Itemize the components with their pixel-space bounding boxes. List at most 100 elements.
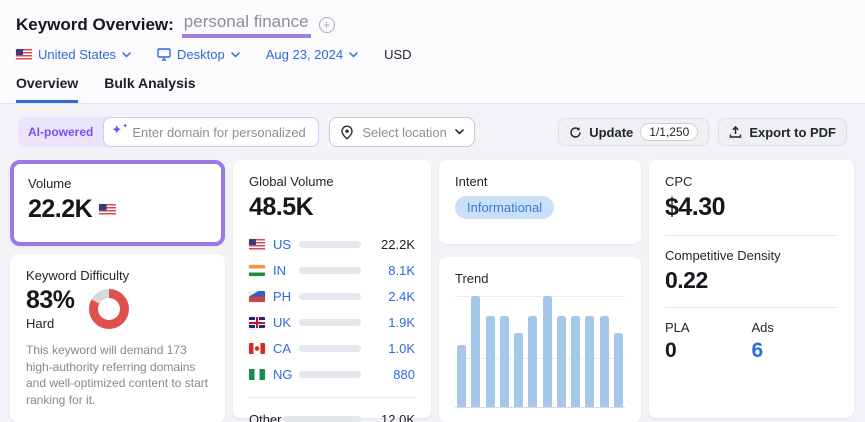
- trend-card: Trend: [439, 257, 641, 422]
- intent-badge[interactable]: Informational: [455, 196, 554, 219]
- cpc-value: $4.30: [665, 193, 838, 222]
- difficulty-label: Keyword Difficulty: [26, 268, 209, 283]
- domain-input[interactable]: [103, 117, 319, 147]
- other-label: Other: [249, 412, 283, 422]
- trend-bar: [614, 333, 623, 407]
- trend-label: Trend: [455, 271, 625, 286]
- keyword-difficulty-card: Keyword Difficulty 83% Hard This keyword…: [10, 254, 225, 422]
- trend-bar: [471, 296, 480, 407]
- column-4: CPC $4.30 Competitive Density 0.22 PLA 0…: [649, 160, 854, 422]
- divider: [665, 235, 838, 236]
- pla-value: 0: [665, 339, 752, 363]
- global-volume-value: 48.5K: [249, 193, 415, 222]
- us-flag-icon: [249, 239, 265, 250]
- page-title: Keyword Overview:: [16, 15, 174, 35]
- cards-grid: Volume 22.2K Keyword Difficulty 83% Hard…: [10, 160, 855, 422]
- tab-overview[interactable]: Overview: [16, 75, 78, 103]
- ads-value[interactable]: 6: [752, 339, 839, 363]
- us-flag-icon: [16, 49, 32, 60]
- update-button[interactable]: Update 1/1,250: [558, 118, 709, 146]
- country-code-link[interactable]: US: [273, 237, 299, 252]
- country-volume-value: 22.2K: [371, 237, 415, 252]
- trend-bar: [457, 345, 466, 407]
- export-pdf-label: Export to PDF: [749, 125, 836, 140]
- volume-bar-track: [299, 319, 361, 326]
- country-volume-value[interactable]: 1.0K: [371, 341, 415, 356]
- ads-block: Ads 6: [752, 320, 839, 363]
- volume-bar-track: [299, 267, 361, 274]
- device-filter[interactable]: Desktop: [157, 47, 240, 62]
- country-volume-value[interactable]: 880: [371, 367, 415, 382]
- trend-bar: [528, 316, 537, 407]
- intent-card: Intent Informational: [439, 160, 641, 244]
- difficulty-donut: [89, 289, 129, 329]
- country-code-link[interactable]: UK: [273, 315, 299, 330]
- filters-row: United States Desktop Aug 23, 2024 USD: [16, 47, 849, 62]
- volume-value: 22.2K: [28, 195, 92, 224]
- location-select-label: Select location: [362, 125, 447, 140]
- country-volume-value[interactable]: 2.4K: [371, 289, 415, 304]
- country-row: IN 8.1K: [249, 260, 415, 281]
- export-pdf-button[interactable]: Export to PDF: [718, 118, 847, 146]
- country-code-link[interactable]: CA: [273, 341, 299, 356]
- us-flag-icon: [99, 204, 116, 216]
- location-select[interactable]: Select location: [329, 117, 475, 147]
- difficulty-value: 83%: [26, 286, 75, 315]
- trend-bar: [543, 296, 552, 407]
- volume-bar-track: [299, 371, 361, 378]
- ads-label: Ads: [752, 320, 839, 335]
- pla-block: PLA 0: [665, 320, 752, 363]
- competitive-density-section: Competitive Density 0.22: [665, 248, 838, 294]
- uk-flag-icon: [249, 317, 265, 328]
- chevron-down-icon: [122, 52, 131, 58]
- volume-bar-track: [299, 345, 361, 352]
- country-filter[interactable]: United States: [16, 47, 131, 62]
- header: Keyword Overview: personal finance + Uni…: [0, 0, 865, 104]
- date-filter[interactable]: Aug 23, 2024: [266, 47, 358, 62]
- country-code-link[interactable]: IN: [273, 263, 299, 278]
- trend-bar: [600, 316, 609, 407]
- global-volume-card: Global Volume 48.5K US 22.2K IN 8.1K: [233, 160, 431, 418]
- divider: [665, 307, 838, 308]
- title-row: Keyword Overview: personal finance +: [16, 12, 849, 38]
- upload-icon: [729, 125, 742, 139]
- country-filter-label: United States: [38, 47, 116, 62]
- volume-card: Volume 22.2K: [10, 160, 225, 246]
- column-3: Intent Informational Trend: [439, 160, 641, 422]
- nigeria-flag-icon: [249, 369, 265, 380]
- chevron-down-icon: [455, 129, 464, 135]
- country-row: US 22.2K: [249, 234, 415, 255]
- other-row: Other 12.0K: [249, 409, 415, 422]
- pla-ads-section: PLA 0 Ads 6: [665, 320, 838, 363]
- intent-label: Intent: [455, 174, 625, 189]
- toolbar: AI-powered ✦✦ Select location Update 1/1…: [18, 117, 847, 147]
- country-volume-value[interactable]: 1.9K: [371, 315, 415, 330]
- country-code-link[interactable]: NG: [273, 367, 299, 382]
- add-keyword-icon[interactable]: +: [319, 17, 335, 33]
- competitive-density-label: Competitive Density: [665, 248, 838, 263]
- date-filter-label: Aug 23, 2024: [266, 47, 343, 62]
- ai-domain-control: AI-powered ✦✦: [18, 117, 319, 147]
- volume-bar-track: [283, 416, 361, 422]
- volume-value-row: 22.2K: [28, 195, 207, 224]
- pla-label: PLA: [665, 320, 752, 335]
- domain-input-wrap: ✦✦: [103, 117, 319, 147]
- country-code-link[interactable]: PH: [273, 289, 299, 304]
- trend-bar: [486, 316, 495, 407]
- update-button-label: Update: [589, 125, 633, 140]
- volume-bar-track: [299, 293, 361, 300]
- other-volume-value: 12.0K: [371, 412, 415, 422]
- chevron-down-icon: [349, 52, 358, 58]
- tab-bulk-analysis[interactable]: Bulk Analysis: [104, 75, 195, 103]
- country-volume-value[interactable]: 8.1K: [371, 263, 415, 278]
- device-filter-label: Desktop: [177, 47, 225, 62]
- divider: [249, 397, 415, 398]
- column-2: Global Volume 48.5K US 22.2K IN 8.1K: [233, 160, 431, 422]
- canada-flag-icon: [249, 343, 265, 354]
- philippines-flag-icon: [249, 291, 265, 302]
- trend-bar: [500, 316, 509, 407]
- chevron-down-icon: [231, 52, 240, 58]
- competitive-density-value: 0.22: [665, 267, 838, 294]
- location-pin-icon: [340, 125, 354, 140]
- cpc-section: CPC $4.30: [665, 174, 838, 222]
